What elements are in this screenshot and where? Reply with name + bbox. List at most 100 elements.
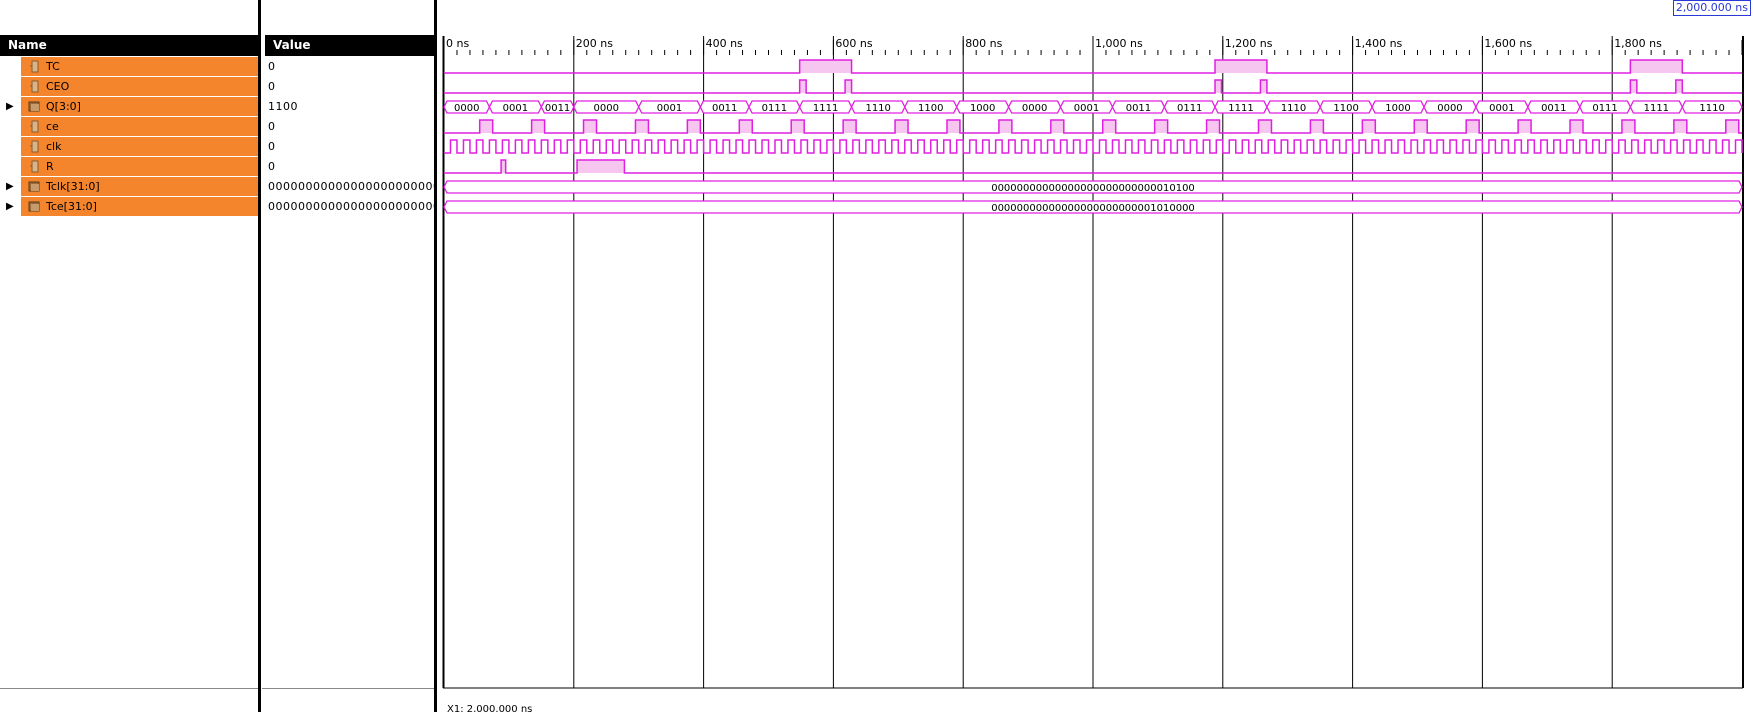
q-value-label: 1111 [1228, 103, 1253, 114]
bit-signal-icon [30, 80, 39, 93]
q-value-label: 0111 [1177, 103, 1202, 114]
q-value-label: 0001 [657, 103, 682, 114]
signal-name-pane: Name TC CEO ▶ Q[3:0] ce clk R ▶ Tclk[31:0] ▶ Tce[3… [0, 0, 262, 712]
signal-name-cell[interactable]: Tclk[31:0] [21, 177, 258, 196]
signal-name-cell[interactable]: ce [21, 117, 258, 136]
q-value-label: 0011 [545, 103, 570, 114]
q-value-label: 0001 [1074, 103, 1099, 114]
bit-signal-icon [30, 140, 39, 153]
ce-high-fill [1570, 120, 1583, 133]
tick-label: 600 ns [835, 37, 872, 50]
q-value-label: 1111 [1644, 103, 1669, 114]
ce-high-fill [1466, 120, 1480, 133]
signal-name: TC [46, 60, 60, 73]
signal-row[interactable]: ▶ Tclk[31:0] [0, 177, 258, 197]
ce-high-fill [1258, 120, 1272, 133]
ce-high-fill [843, 120, 857, 133]
name-column-header[interactable]: Name [0, 35, 258, 56]
signal-name: Q[3:0] [46, 100, 81, 113]
bit-signal-icon [30, 60, 39, 73]
q-value-label: 0001 [1489, 103, 1514, 114]
tick-label: 800 ns [965, 37, 1002, 50]
expand-arrow-icon[interactable]: ▶ [6, 97, 14, 117]
ceo-high-fill [845, 80, 852, 93]
tick-label: 1,000 ns [1095, 37, 1143, 50]
q-value-label: 0111 [1592, 103, 1617, 114]
signal-value: 00000000000000000000000000010100 [268, 180, 436, 193]
time-marker-label[interactable]: 2,000.000 ns [1672, 0, 1751, 16]
signal-row[interactable]: R [0, 157, 258, 177]
signal-value: 1100 [268, 100, 298, 113]
signal-row[interactable]: ▶ Q[3:0] [0, 97, 258, 117]
ce-high-fill [739, 120, 753, 133]
ce-high-fill [1621, 120, 1635, 133]
ce-high-fill [791, 120, 805, 133]
pane-splitter[interactable] [258, 0, 261, 712]
bus-signal-icon [28, 101, 40, 112]
q-value-label: 0000 [1022, 103, 1047, 114]
q-value-label: 0000 [594, 103, 619, 114]
tick-label: 1,800 ns [1614, 37, 1662, 50]
ce-high-fill [479, 120, 493, 133]
signal-value: 0 [268, 60, 276, 73]
bit-signal-icon [30, 160, 39, 173]
waveform-canvas[interactable]: 0 ns 200 ns 400 ns 600 ns 800 ns 1,000 ns 1,20… [437, 0, 1753, 712]
q-value-label: 1110 [1281, 103, 1306, 114]
q-value-label: 1100 [1333, 103, 1358, 114]
tce-value-label: 00000000000000000000000001010000 [991, 203, 1195, 214]
value-column-header[interactable]: Value [265, 35, 435, 56]
signal-name: Tce[31:0] [46, 200, 97, 213]
ce-high-fill [1362, 120, 1376, 133]
signal-row[interactable]: ▶ Tce[31:0] [0, 197, 258, 217]
signal-name-cell[interactable]: CEO [21, 77, 258, 96]
waveform-pane[interactable]: 0 ns 200 ns 400 ns 600 ns 800 ns 1,000 ns 1,20… [437, 0, 1753, 712]
ce-high-fill [1725, 120, 1739, 133]
tc-high-fill [1215, 60, 1267, 73]
signal-name-cell[interactable]: R [21, 157, 258, 176]
signal-value: 00000000000000000000000001010000 [268, 200, 436, 213]
ce-high-fill [531, 120, 545, 133]
ce-high-fill [1673, 120, 1687, 133]
bus-signal-icon [28, 201, 40, 212]
q-value-label: 0011 [712, 103, 737, 114]
signal-name: R [46, 160, 54, 173]
expand-arrow-icon[interactable]: ▶ [6, 197, 14, 217]
signal-name-cell[interactable]: TC [21, 57, 258, 76]
ce-high-fill [687, 120, 701, 133]
signal-name-cell[interactable]: clk [21, 137, 258, 156]
ce-high-fill [1518, 120, 1532, 133]
clk-wave [444, 139, 1743, 154]
ce-high-fill [1310, 120, 1324, 133]
signal-row[interactable]: CEO [0, 77, 258, 97]
ceo-high-fill [799, 80, 807, 93]
ce-high-fill [1154, 120, 1168, 133]
value-pane-divider [262, 688, 434, 689]
ce-high-fill [1050, 120, 1064, 133]
q-value-label: 0001 [503, 103, 528, 114]
ceo-high-fill [1260, 80, 1267, 93]
ceo-high-fill [1630, 80, 1637, 93]
ce-high-fill [635, 120, 649, 133]
tick-label: 200 ns [576, 37, 613, 50]
tick-label: 0 ns [446, 37, 469, 50]
signal-name-cell[interactable]: Tce[31:0] [21, 197, 258, 216]
ce-high-fill [1102, 120, 1116, 133]
signal-row[interactable]: ce [0, 117, 258, 137]
q-value-label: 1111 [813, 103, 838, 114]
signal-name-cell[interactable]: Q[3:0] [21, 97, 258, 116]
waveform-viewer: Name TC CEO ▶ Q[3:0] ce clk R ▶ Tclk[31:0] ▶ Tce[3… [0, 0, 1753, 712]
q-value-label: 1100 [918, 103, 943, 114]
ceo-high-fill [1215, 80, 1222, 93]
tick-label: 1,400 ns [1355, 37, 1403, 50]
signal-value: 0 [268, 80, 276, 93]
signal-row[interactable]: clk [0, 137, 258, 157]
q-value-label: 0000 [1437, 103, 1462, 114]
tc-high-fill [1630, 60, 1683, 73]
signal-row[interactable]: TC [0, 57, 258, 77]
name-pane-divider [0, 688, 258, 689]
signal-value: 0 [268, 140, 276, 153]
cursor-readout: X1: 2,000.000 ns [447, 704, 533, 712]
expand-arrow-icon[interactable]: ▶ [6, 177, 14, 197]
q-value-label: 0000 [454, 103, 479, 114]
signal-value-pane: Value 0 0 1100 0 0 0 0000000000000000000000 000… [262, 0, 437, 712]
